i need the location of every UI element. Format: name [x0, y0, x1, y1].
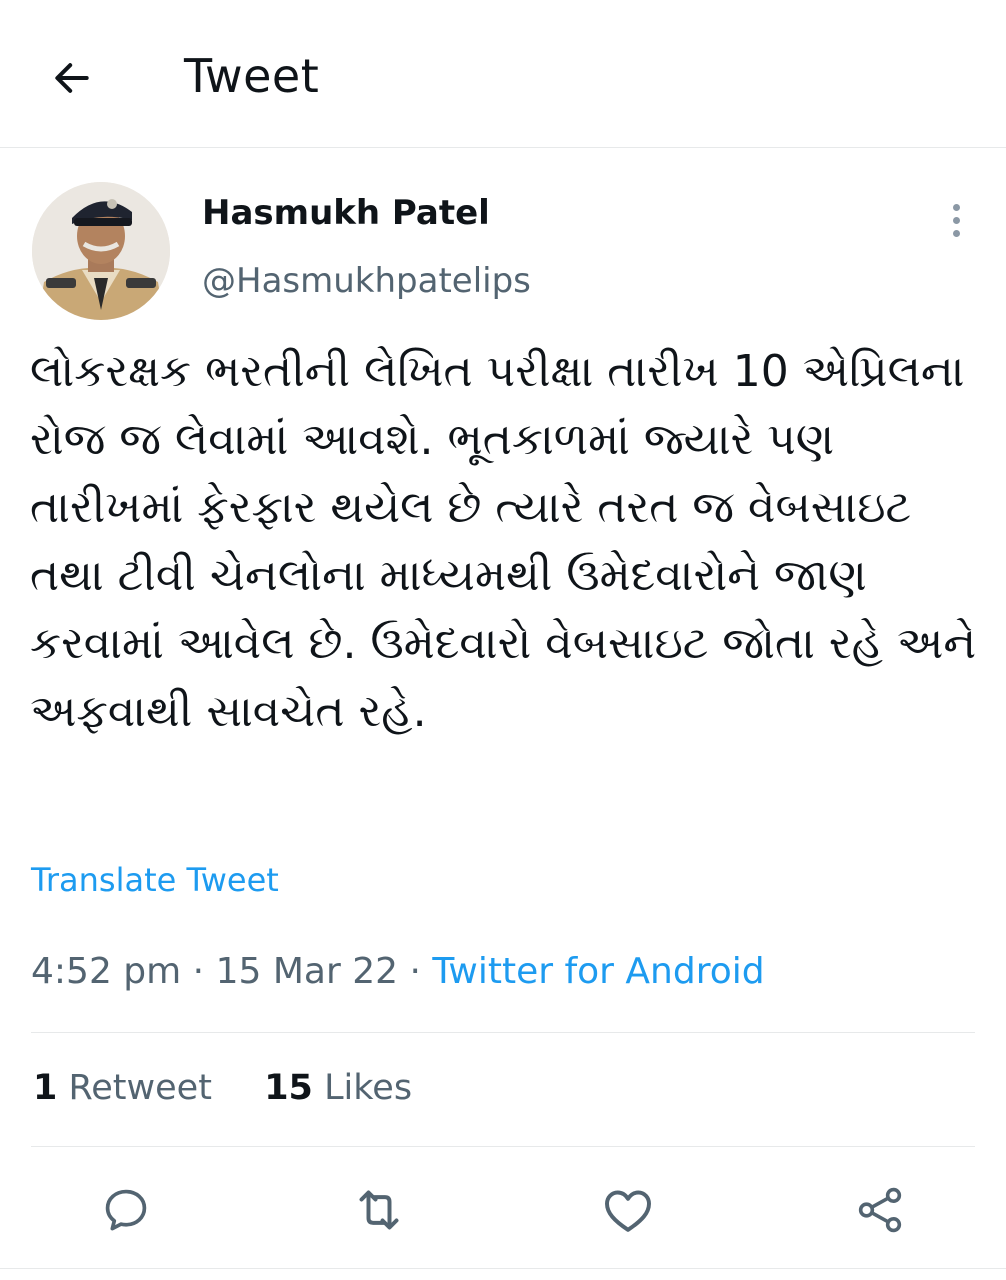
more-options-button[interactable]	[938, 198, 974, 242]
tweet-metadata: 4:52 pm · 15 Mar 22 · Twitter for Androi…	[31, 948, 765, 996]
page-title: Tweet	[184, 49, 320, 103]
retweet-button[interactable]	[349, 1180, 409, 1240]
share-button[interactable]	[850, 1180, 910, 1240]
meta-separator: ·	[192, 951, 205, 992]
likes-stat[interactable]: 15 Likes	[264, 1068, 412, 1108]
tweet-time: 4:52 pm	[31, 951, 182, 992]
more-vertical-icon-dot	[952, 216, 960, 224]
more-vertical-icon	[952, 203, 960, 211]
divider	[31, 1146, 975, 1147]
tweet-source-link[interactable]: Twitter for Android	[432, 951, 764, 992]
reply-icon	[105, 1189, 147, 1231]
divider	[0, 1268, 1006, 1269]
author-handle[interactable]: @Hasmukhpatelips	[202, 258, 531, 304]
like-button[interactable]	[598, 1180, 658, 1240]
heart-icon	[605, 1190, 651, 1232]
avatar-photo	[32, 182, 170, 320]
retweet-count: 1	[33, 1068, 58, 1108]
translate-tweet-link[interactable]: Translate Tweet	[31, 858, 279, 902]
back-button[interactable]	[44, 50, 100, 106]
avatar[interactable]	[32, 182, 170, 320]
retweet-icon	[359, 1190, 399, 1230]
like-count: 15	[264, 1068, 313, 1108]
tweet-stats: 1 Retweet 15 Likes	[33, 1064, 412, 1112]
author-display-name[interactable]: Hasmukh Patel	[202, 190, 490, 236]
tweet-text: લોકરક્ષક ભરતીની લેખિત પરીક્ષા તારીખ 10 એ…	[30, 346, 991, 737]
meta-separator: ·	[409, 951, 421, 992]
divider	[31, 1032, 975, 1033]
share-icon	[858, 1187, 902, 1233]
tweet-date: 15 Mar 22	[215, 951, 399, 992]
top-app-bar: Tweet	[0, 0, 1006, 148]
reply-button[interactable]	[96, 1180, 156, 1240]
more-vertical-icon-dot	[952, 229, 960, 237]
retweet-label: Retweet	[68, 1068, 212, 1108]
arrow-left-icon	[55, 63, 89, 93]
retweet-stat[interactable]: 1 Retweet	[33, 1068, 212, 1108]
likes-label: Likes	[324, 1068, 413, 1108]
